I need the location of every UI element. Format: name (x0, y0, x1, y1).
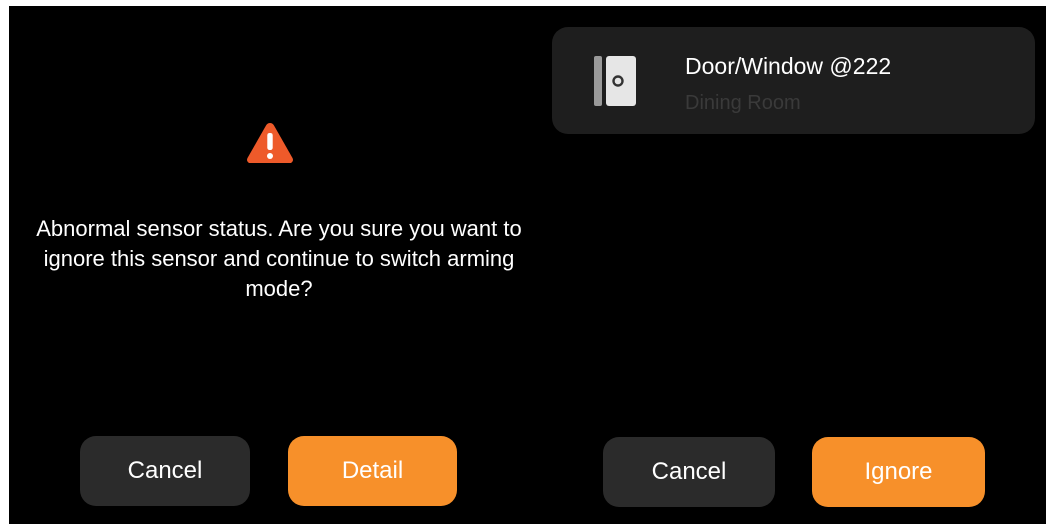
ignore-sensor-dialog: Door/Window @222 Dining Room Cancel Igno… (541, 6, 1046, 524)
cancel-button[interactable]: Cancel (80, 436, 250, 506)
door-window-sensor-icon (594, 56, 636, 106)
cancel-button[interactable]: Cancel (603, 437, 775, 507)
sensor-card: Door/Window @222 Dining Room (552, 27, 1035, 134)
ignore-button[interactable]: Ignore (812, 437, 985, 507)
app-screen: Abnormal sensor status. Are you sure you… (9, 6, 1046, 524)
warning-message: Abnormal sensor status. Are you sure you… (36, 216, 522, 301)
sensor-name: Door/Window @222 (685, 53, 892, 79)
warning-triangle-icon (247, 123, 293, 163)
sensor-warning-dialog: Abnormal sensor status. Are you sure you… (9, 6, 541, 524)
sensor-room: Dining Room (685, 92, 801, 114)
detail-button[interactable]: Detail (288, 436, 457, 506)
